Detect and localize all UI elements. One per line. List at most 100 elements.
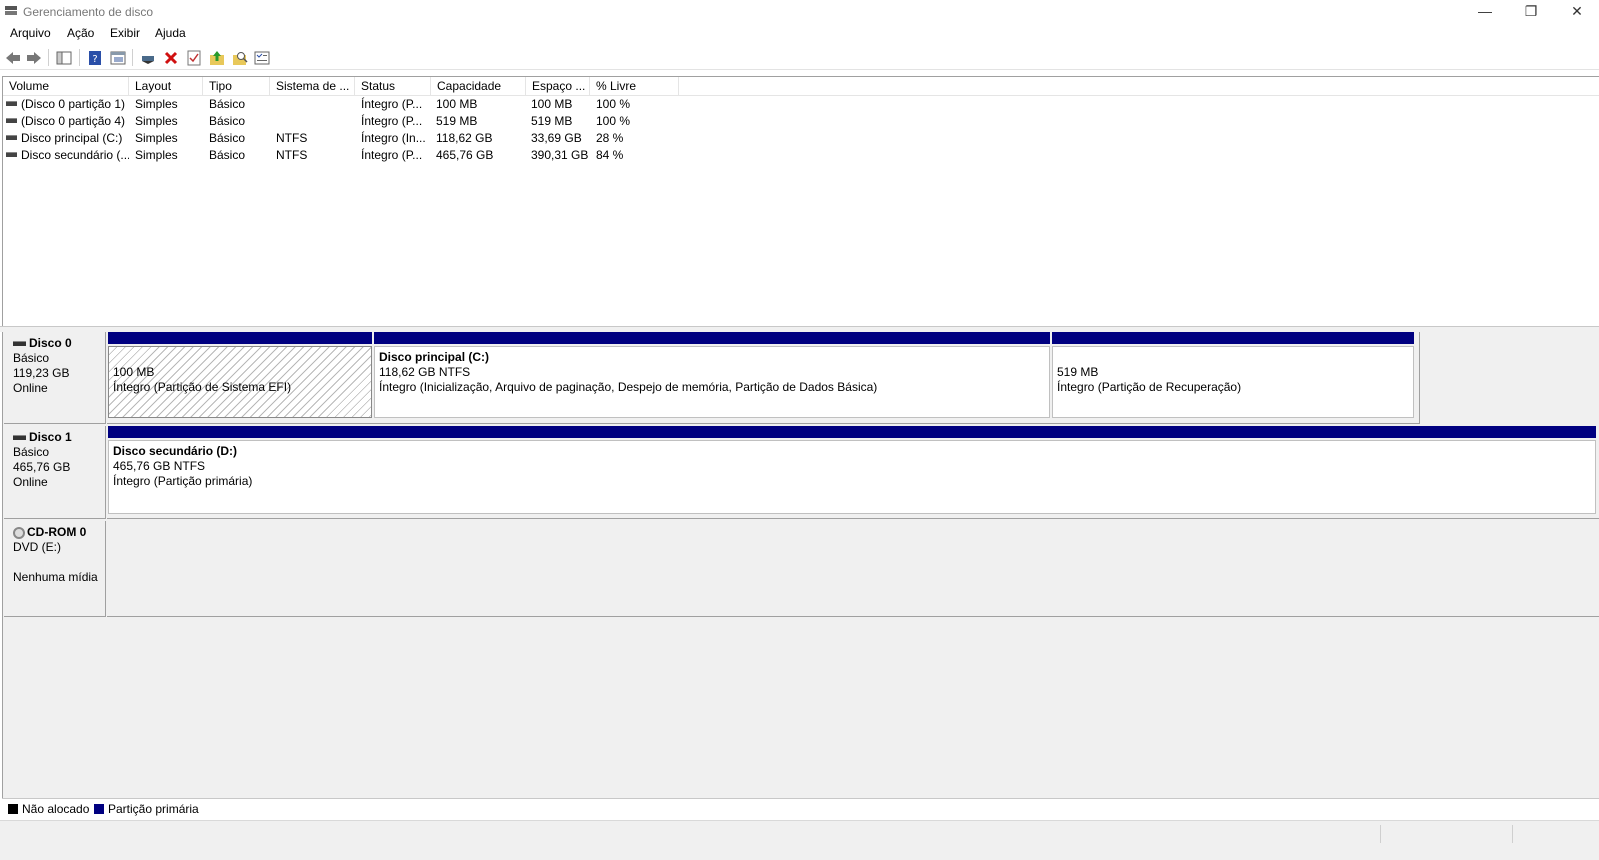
- disk-map: Disco 0 Básico 119,23 GB Online 100 MB Í…: [2, 332, 1599, 818]
- svg-text:?: ?: [92, 54, 97, 65]
- partition-body: Disco secundário (D:) 465,76 GB NTFS Ínt…: [108, 440, 1596, 514]
- status-bar: [0, 820, 1599, 860]
- partition-efi[interactable]: 100 MB Íntegro (Partição de Sistema EFI): [108, 332, 372, 418]
- primary-partition-swatch: [94, 804, 104, 814]
- volume-cell: Disco principal (C:): [3, 130, 129, 147]
- column-header-sistema[interactable]: Sistema de ...: [270, 77, 355, 96]
- tipo-cell: Básico: [209, 97, 246, 111]
- espaco-cell: 519 MB: [531, 114, 573, 128]
- volume-cell: (Disco 0 partição 1): [3, 96, 129, 113]
- toolbar-separator: [48, 49, 49, 66]
- folder-search-icon[interactable]: [230, 48, 250, 67]
- livre-cell: 100 %: [596, 97, 631, 111]
- menu-acao[interactable]: Ação: [64, 26, 97, 40]
- legend: Não alocado Partição primária: [2, 798, 1599, 818]
- check-icon[interactable]: [184, 48, 204, 67]
- status-cell: Íntegro (P...: [361, 114, 423, 128]
- menu-bar: Arquivo Ação Exibir Ajuda: [0, 24, 1599, 44]
- capacidade-cell: 118,62 GB: [436, 131, 493, 145]
- disk-state: Nenhuma mídia: [13, 570, 98, 584]
- layout-cell: Simples: [135, 114, 178, 128]
- toolbar-separator: [132, 49, 133, 66]
- title-bar: Gerenciamento de disco — ❐ ✕: [0, 0, 1599, 24]
- partition-status: Íntegro (Partição de Sistema EFI): [113, 380, 292, 394]
- maximize-button[interactable]: ❐: [1508, 0, 1554, 24]
- column-header-livre[interactable]: % Livre: [590, 77, 679, 96]
- menu-arquivo[interactable]: Arquivo: [7, 26, 54, 40]
- partition-bar: [1052, 332, 1414, 344]
- disk-icon: [13, 435, 26, 441]
- window-title: Gerenciamento de disco: [23, 5, 154, 19]
- column-header-capacidade[interactable]: Capacidade: [431, 77, 526, 96]
- table-row[interactable]: Disco secundário (... Simples Básico NTF…: [3, 147, 693, 164]
- partition-size: 465,76 GB NTFS: [113, 459, 206, 473]
- partition-title: [1057, 350, 1409, 365]
- console-tree-icon[interactable]: [54, 48, 74, 67]
- partition-size: 100 MB: [113, 365, 155, 379]
- tipo-cell: Básico: [209, 114, 246, 128]
- espaco-cell: 390,31 GB: [531, 148, 589, 162]
- legend-unallocated: Não alocado: [22, 802, 90, 816]
- menu-exibir[interactable]: Exibir: [107, 26, 143, 40]
- volume-icon: [6, 118, 17, 124]
- livre-cell: 100 %: [596, 114, 631, 128]
- volume-icon: [6, 101, 17, 107]
- folder-up-icon[interactable]: [207, 48, 227, 67]
- connect-drive-icon[interactable]: [138, 48, 158, 67]
- status-cell: Íntegro (In...: [361, 131, 426, 145]
- layout-cell: Simples: [135, 131, 178, 145]
- help-icon[interactable]: ?: [85, 48, 105, 67]
- properties-view-icon[interactable]: [108, 48, 128, 67]
- volume-icon: [6, 135, 17, 141]
- partition-size: 118,62 GB NTFS: [379, 365, 471, 379]
- partition-bar: [374, 332, 1050, 344]
- disk-size: 119,23 GB: [13, 366, 70, 380]
- disk-name: CD-ROM 0: [13, 525, 105, 540]
- table-row[interactable]: Disco principal (C:) Simples Básico NTFS…: [3, 130, 693, 147]
- cdrom-0-label[interactable]: CD-ROM 0 DVD (E:) Nenhuma mídia: [4, 521, 106, 617]
- status-cell: Íntegro (P...: [361, 97, 423, 111]
- disk-0-partitions: 100 MB Íntegro (Partição de Sistema EFI)…: [107, 332, 1420, 424]
- menu-ajuda[interactable]: Ajuda: [152, 26, 189, 40]
- partition-title: Disco principal (C:): [379, 350, 490, 364]
- disk-1-label[interactable]: Disco 1 Básico 465,76 GB Online: [4, 426, 106, 519]
- back-icon[interactable]: [3, 48, 23, 67]
- disk-type: DVD (E:): [13, 540, 61, 554]
- list-header: Volume Layout Tipo Sistema de ... Status…: [3, 77, 1599, 96]
- disk-0-label[interactable]: Disco 0 Básico 119,23 GB Online: [4, 332, 106, 424]
- partition-bar: [108, 426, 1596, 438]
- volume-cell: (Disco 0 partição 4): [3, 113, 129, 130]
- column-header-espaco[interactable]: Espaço ...: [526, 77, 590, 96]
- partition-size: 519 MB: [1057, 365, 1099, 379]
- table-row[interactable]: (Disco 0 partição 1) Simples Básico Ínte…: [3, 96, 693, 113]
- disk-name: Disco 1: [13, 430, 105, 445]
- delete-icon[interactable]: [161, 48, 181, 67]
- capacidade-cell: 519 MB: [436, 114, 478, 128]
- disk-1-partitions: Disco secundário (D:) 465,76 GB NTFS Ínt…: [107, 426, 1599, 519]
- cdrom-0-area: [107, 521, 1599, 617]
- properties-icon[interactable]: [252, 48, 272, 67]
- unallocated-swatch: [8, 804, 18, 814]
- forward-icon[interactable]: [24, 48, 44, 67]
- disk-name: Disco 0: [13, 336, 105, 351]
- disk-type: Básico: [13, 351, 50, 365]
- column-header-layout[interactable]: Layout: [129, 77, 203, 96]
- livre-cell: 84 %: [596, 148, 624, 162]
- partition-recovery[interactable]: 519 MB Íntegro (Partição de Recuperação): [1052, 332, 1414, 418]
- column-header-status[interactable]: Status: [355, 77, 431, 96]
- legend-primary-partition: Partição primária: [108, 802, 199, 816]
- minimize-button[interactable]: —: [1462, 0, 1508, 24]
- partition-c[interactable]: Disco principal (C:) 118,62 GB NTFS Ínte…: [374, 332, 1050, 418]
- disk-size: [13, 555, 105, 570]
- partition-status: Íntegro (Partição de Recuperação): [1057, 380, 1242, 394]
- table-row[interactable]: (Disco 0 partição 4) Simples Básico Ínte…: [3, 113, 693, 130]
- close-button[interactable]: ✕: [1554, 0, 1599, 24]
- column-header-tipo[interactable]: Tipo: [203, 77, 270, 96]
- capacidade-cell: 100 MB: [436, 97, 478, 111]
- column-header-volume[interactable]: Volume: [3, 77, 129, 96]
- partition-d[interactable]: Disco secundário (D:) 465,76 GB NTFS Ínt…: [108, 426, 1596, 514]
- espaco-cell: 100 MB: [531, 97, 573, 111]
- partition-body: 100 MB Íntegro (Partição de Sistema EFI): [108, 346, 372, 418]
- toolbar: ?: [0, 45, 1599, 70]
- partition-bar: [108, 332, 372, 344]
